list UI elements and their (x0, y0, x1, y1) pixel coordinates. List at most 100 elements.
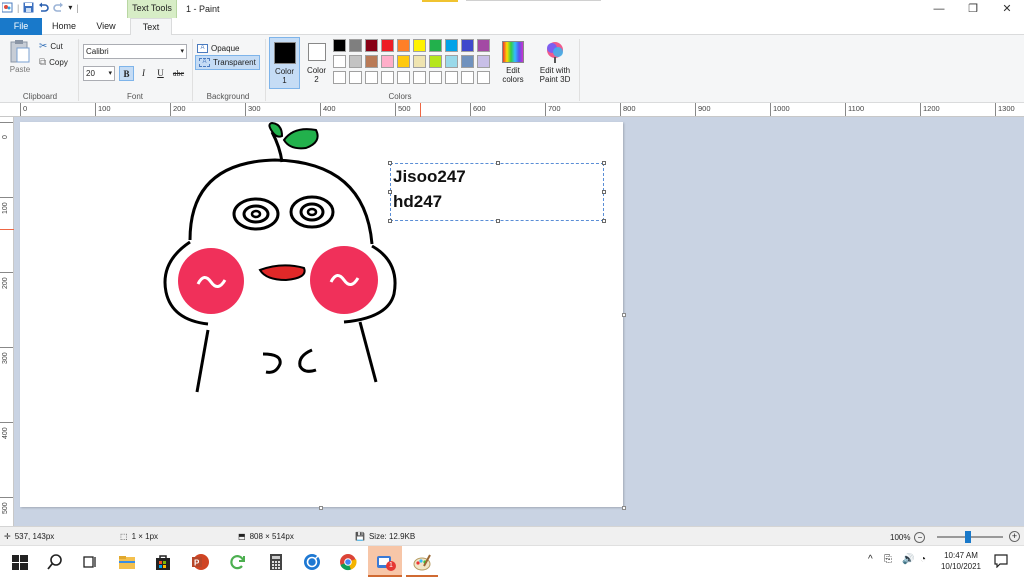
opaque-label: Opaque (211, 43, 240, 53)
save-icon[interactable] (23, 2, 34, 13)
color-swatch[interactable] (365, 39, 378, 52)
background-group-label: Background (206, 92, 250, 101)
search-icon[interactable] (45, 552, 65, 572)
canvas-resize-handle[interactable] (622, 313, 626, 317)
ribbon-tabs: File Home View Text (0, 18, 1024, 36)
chrome-icon[interactable] (338, 552, 358, 572)
color-swatch[interactable] (477, 55, 490, 68)
font-family-select[interactable]: Calibri ▾ (83, 44, 187, 59)
color-swatch[interactable] (397, 39, 410, 52)
color-swatch[interactable] (381, 71, 394, 84)
calculator-icon[interactable] (266, 552, 286, 572)
task-view-icon[interactable] (80, 552, 100, 572)
ruler-tick-label: 300 (0, 347, 13, 422)
refresh-app-icon[interactable] (228, 552, 248, 572)
chevron-up-icon[interactable]: ^ (868, 554, 873, 565)
edit-colors-button[interactable]: Edit colors (499, 39, 527, 89)
resize-handle[interactable] (602, 161, 606, 165)
volume-icon[interactable]: 🔊 (902, 554, 914, 565)
color-swatch[interactable] (349, 39, 362, 52)
color1-button[interactable]: Color 1 (269, 37, 300, 89)
action-center-icon[interactable] (994, 554, 1008, 568)
italic-button[interactable]: I (136, 66, 151, 81)
color-swatch[interactable] (365, 55, 378, 68)
zoom-in-button[interactable]: + (1009, 531, 1020, 542)
transparent-button[interactable]: A Transparent (195, 55, 260, 70)
resize-handle[interactable] (388, 219, 392, 223)
close-button[interactable]: ✕ (990, 0, 1024, 18)
color-swatch[interactable] (365, 71, 378, 84)
resize-handle[interactable] (388, 190, 392, 194)
ruler-tick-label: 400 (0, 422, 13, 497)
color-swatch[interactable] (429, 71, 442, 84)
canvas-resize-handle[interactable] (319, 506, 323, 510)
tab-text[interactable]: Text (130, 18, 172, 36)
color-swatch[interactable] (461, 55, 474, 68)
tab-view[interactable]: View (87, 18, 125, 35)
resize-handle[interactable] (388, 161, 392, 165)
color-swatch[interactable] (477, 39, 490, 52)
underline-button[interactable]: U (153, 66, 168, 81)
clock[interactable]: 10:47 AM 10/10/2021 (936, 550, 986, 572)
color-swatch[interactable] (461, 39, 474, 52)
text-input-box[interactable]: Jisoo247 hd247 (388, 161, 606, 223)
network-icon[interactable]: ⎘ (884, 554, 892, 565)
powerpoint-icon[interactable]: P (190, 552, 210, 572)
windows-start-icon[interactable] (10, 552, 30, 572)
color-swatch[interactable] (333, 55, 346, 68)
resize-handle[interactable] (496, 219, 500, 223)
resize-handle[interactable] (602, 190, 606, 194)
canvas-resize-handle[interactable] (622, 506, 626, 510)
color-swatch[interactable] (381, 55, 394, 68)
bold-button[interactable]: B (119, 66, 134, 81)
paint-app-icon (2, 2, 13, 13)
undo-icon[interactable] (38, 2, 50, 13)
ruler-tick-label: 100 (95, 103, 111, 116)
color-swatch[interactable] (397, 55, 410, 68)
color-swatch[interactable] (413, 71, 426, 84)
color-swatch[interactable] (413, 55, 426, 68)
maximize-button[interactable]: ❐ (956, 0, 990, 18)
strikethrough-button[interactable]: abc (170, 66, 187, 81)
copy-button[interactable]: ⧉ Copy (39, 57, 68, 68)
resize-handle[interactable] (496, 161, 500, 165)
color-swatch[interactable] (349, 55, 362, 68)
paste-button[interactable]: Paste (6, 39, 34, 83)
font-size-select[interactable]: 20 ▾ (83, 66, 115, 81)
color-swatch[interactable] (413, 39, 426, 52)
cut-button[interactable]: ✂ Cut (39, 41, 63, 52)
color-swatch[interactable] (461, 71, 474, 84)
color-swatch[interactable] (349, 71, 362, 84)
resize-handle[interactable] (602, 219, 606, 223)
color-swatch[interactable] (477, 71, 490, 84)
zoom-out-button[interactable]: − (914, 532, 926, 543)
redo-icon[interactable] (53, 2, 64, 13)
color-swatch[interactable] (445, 39, 458, 52)
color2-swatch (307, 43, 326, 61)
tab-home[interactable]: Home (45, 18, 83, 35)
outlook-icon[interactable] (302, 552, 322, 572)
color-swatch[interactable] (429, 39, 442, 52)
minimize-button[interactable]: — (922, 0, 956, 18)
vertical-ruler: 0 100 200 300 400 500 (0, 117, 14, 526)
wifi-icon[interactable]: ◔ (920, 554, 926, 565)
color-swatch[interactable] (397, 71, 410, 84)
zoom-slider-thumb[interactable] (965, 531, 971, 543)
tab-file[interactable]: File (0, 18, 42, 35)
color-swatch[interactable] (333, 71, 346, 84)
color-swatch[interactable] (381, 39, 394, 52)
opaque-button[interactable]: A Opaque (197, 41, 239, 55)
color-swatch[interactable] (429, 55, 442, 68)
color-swatch[interactable] (445, 55, 458, 68)
customize-qat-icon[interactable]: ▾ (68, 3, 72, 12)
edit-with-paint3d-button[interactable]: Edit with Paint 3D (534, 39, 576, 89)
file-explorer-icon[interactable] (117, 552, 137, 572)
zoom-slider[interactable] (937, 531, 1003, 543)
color-swatch[interactable] (333, 39, 346, 52)
drawing-canvas[interactable]: Jisoo247 hd247 (20, 122, 626, 510)
paint-app-icon[interactable] (412, 552, 432, 572)
color-swatch[interactable] (445, 71, 458, 84)
store-icon[interactable] (153, 552, 173, 572)
color2-button[interactable]: Color 2 (302, 37, 331, 89)
color2-label: Color (306, 66, 327, 75)
